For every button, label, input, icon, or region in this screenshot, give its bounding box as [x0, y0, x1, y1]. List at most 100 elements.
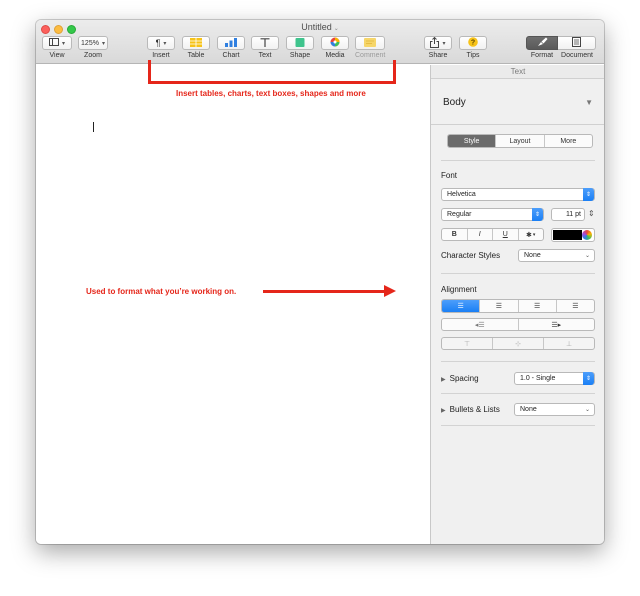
font-family-select[interactable]: Helvetica ⇕	[441, 188, 595, 201]
tips-button[interactable]: ? Tips	[459, 36, 487, 59]
tab-layout[interactable]: Layout	[496, 135, 545, 147]
table-label: Table	[187, 52, 205, 59]
chevron-down-icon: ⌄	[333, 26, 339, 32]
bullets-select[interactable]: None ⌄	[514, 403, 595, 416]
document-title[interactable]: Untitled ⌄	[36, 22, 604, 32]
character-styles-select[interactable]: None ⌄	[518, 249, 595, 262]
insert-label: Insert	[152, 52, 170, 59]
view-label: View	[49, 52, 65, 59]
color-swatch	[553, 230, 582, 240]
share-label: Share	[428, 52, 448, 59]
shape-icon	[295, 37, 305, 49]
spacing-disclosure[interactable]: ▶ Spacing	[441, 374, 479, 383]
bold-button[interactable]: B	[442, 229, 468, 240]
media-label: Media	[325, 52, 345, 59]
text-cursor	[93, 122, 94, 132]
typeface-select[interactable]: Regular ⇕	[441, 208, 544, 221]
justify-icon: ☰	[572, 303, 579, 310]
divider	[441, 425, 595, 426]
shape-button[interactable]: Shape	[286, 36, 314, 59]
font-size-field[interactable]: 11 pt	[551, 208, 585, 221]
format-button[interactable]: Format	[526, 36, 558, 59]
zoom-menu-button[interactable]: 125% ▾ Zoom	[78, 36, 108, 59]
table-button[interactable]: Table	[182, 36, 210, 59]
comment-button[interactable]: Comment	[355, 36, 385, 59]
vertical-alignment-buttons: ⊤ ⊹ ⊥	[441, 337, 595, 350]
divider	[441, 393, 595, 394]
up-down-arrows-icon: ⇕	[532, 208, 543, 221]
document-icon	[572, 37, 581, 49]
alignment-buttons: ☰ ☰ ☰ ☰	[441, 299, 595, 313]
insert-annotation-text: Insert tables, charts, text boxes, shape…	[176, 89, 366, 98]
decrease-indent-button[interactable]: ◂☰	[442, 319, 519, 330]
media-button[interactable]: Media	[321, 36, 349, 59]
chevron-down-icon: ▾	[101, 40, 105, 47]
document-label: Document	[561, 52, 593, 59]
character-styles-label: Character Styles	[441, 251, 501, 260]
align-left-icon: ☰	[457, 303, 464, 310]
text-style-buttons: B I U ✱ ▾	[441, 228, 544, 241]
indent-buttons: ◂☰ ☰▸	[441, 318, 595, 331]
chevron-down-icon: ▼	[585, 98, 593, 107]
format-label: Format	[530, 52, 554, 59]
insert-annotation-bracket	[148, 60, 396, 84]
chart-label: Chart	[222, 52, 240, 59]
align-right-button[interactable]: ☰	[519, 300, 557, 312]
spacing-select[interactable]: 1.0 - Single ⇕	[514, 372, 595, 385]
disclosure-triangle-icon: ▶	[441, 377, 446, 383]
paragraph-style-menu[interactable]: Body ▼	[431, 80, 604, 125]
format-annotation-text: Used to format what you’re working on.	[86, 287, 237, 296]
chevron-down-icon: ▾	[442, 40, 446, 47]
sidebar-tabs: Style Layout More	[447, 134, 593, 148]
text-options-button[interactable]: ✱ ▾	[519, 229, 544, 240]
zoom-label: Zoom	[84, 52, 102, 59]
align-bottom-button[interactable]: ⊥	[544, 338, 594, 349]
align-middle-button[interactable]: ⊹	[493, 338, 544, 349]
insert-button[interactable]: ¶ ▾ Insert	[147, 36, 175, 59]
pilcrow-icon: ¶	[155, 38, 161, 48]
share-button[interactable]: ▾ Share	[424, 36, 452, 59]
align-center-button[interactable]: ☰	[480, 300, 519, 312]
underline-button[interactable]: U	[493, 229, 519, 240]
view-menu-button[interactable]: ▾ View	[42, 36, 72, 59]
up-down-arrows-icon: ⇕	[583, 188, 594, 201]
italic-button[interactable]: I	[468, 229, 493, 240]
question-icon: ?	[468, 37, 478, 49]
sidebar-header: Text	[431, 65, 604, 79]
bullets-value: None	[520, 406, 537, 413]
increase-indent-icon: ☰▸	[551, 321, 562, 329]
chevron-down-icon: ⌄	[584, 407, 590, 413]
arrow-right-icon	[384, 285, 396, 297]
document-button[interactable]: Document	[558, 36, 596, 59]
text-button[interactable]: Text	[251, 36, 279, 59]
align-top-button[interactable]: ⊤	[442, 338, 493, 349]
annotation-arrow-line	[263, 290, 387, 293]
increase-indent-button[interactable]: ☰▸	[519, 319, 595, 330]
chevron-down-icon: ▾	[163, 40, 167, 47]
tab-style[interactable]: Style	[448, 135, 497, 147]
bullets-disclosure[interactable]: ▶ Bullets & Lists	[441, 405, 500, 414]
chevron-down-icon: ▾	[532, 231, 536, 238]
document-canvas[interactable]	[36, 65, 430, 544]
pages-window: Untitled ⌄ ▾ View 125% ▾ Zoom ¶ ▾ Insert Ta…	[36, 20, 604, 544]
chart-button[interactable]: Chart	[217, 36, 245, 59]
share-icon	[430, 36, 440, 50]
toolbar: Untitled ⌄ ▾ View 125% ▾ Zoom ¶ ▾ Insert Ta…	[36, 20, 604, 64]
align-left-button[interactable]: ☰	[442, 300, 481, 312]
decrease-indent-icon: ◂☰	[474, 321, 485, 329]
text-box-icon	[260, 37, 270, 49]
justify-button[interactable]: ☰	[557, 300, 594, 312]
text-label: Text	[258, 52, 272, 59]
format-sidebar: Text Body ▼ Style Layout More Font Helve…	[430, 65, 604, 544]
chevron-down-icon: ⌄	[584, 253, 590, 259]
divider	[441, 361, 595, 362]
typeface-value: Regular	[447, 211, 472, 218]
comment-icon	[364, 37, 377, 49]
color-wheel-icon[interactable]	[582, 230, 592, 240]
text-color-well[interactable]	[551, 228, 595, 242]
font-family-value: Helvetica	[447, 191, 476, 198]
paragraph-style-name: Body	[443, 97, 466, 108]
tab-more[interactable]: More	[545, 135, 592, 147]
up-down-arrows-icon: ⇕	[583, 372, 594, 385]
font-size-stepper[interactable]: ⇕	[588, 209, 595, 218]
